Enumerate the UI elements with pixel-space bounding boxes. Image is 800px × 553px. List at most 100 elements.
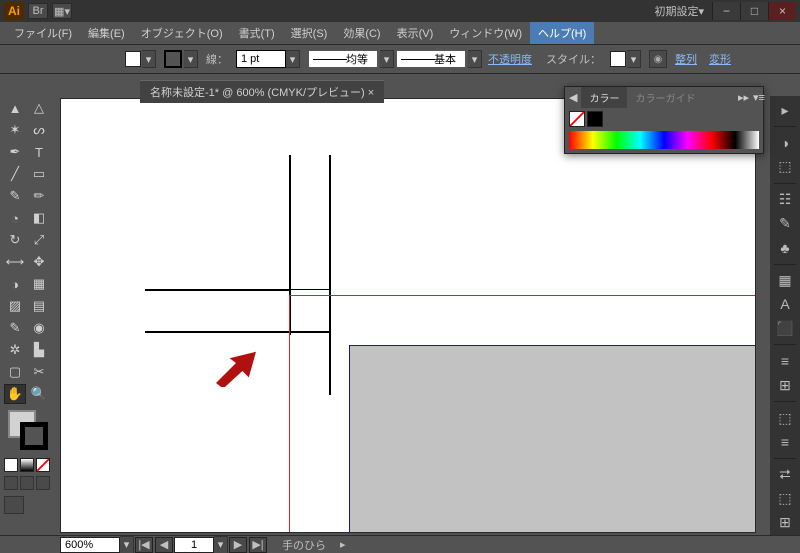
prev-artboard-button[interactable]: ◀ <box>155 537 173 553</box>
stroke-swatch[interactable] <box>164 50 182 68</box>
none-mode-icon[interactable] <box>36 458 50 472</box>
draw-normal-icon[interactable] <box>4 476 18 490</box>
expand-dock-icon[interactable]: ▸ <box>774 101 796 119</box>
pencil-tool-icon[interactable]: ✏ <box>28 186 50 206</box>
recolor-artwork-icon[interactable]: ◉ <box>649 50 667 68</box>
canvas[interactable] <box>60 98 756 533</box>
style-dropdown-icon[interactable]: ▾ <box>627 50 641 68</box>
brushes-panel-icon[interactable]: ✎ <box>774 215 796 233</box>
menu-select[interactable]: 選択(S) <box>283 22 336 44</box>
panel-double-arrow-icon[interactable]: ▸▸ <box>734 91 753 104</box>
minimize-button[interactable]: − <box>712 2 740 20</box>
fill-dropdown-icon[interactable]: ▾ <box>142 50 156 68</box>
menu-type[interactable]: 書式(T) <box>231 22 283 44</box>
rotate-tool-icon[interactable]: ↻ <box>4 230 26 250</box>
color-guide-panel-icon[interactable]: ⬚ <box>774 158 796 176</box>
screen-mode-icon[interactable] <box>4 496 24 514</box>
graph-tool-icon[interactable]: ▙ <box>28 340 50 360</box>
color-none-swatch[interactable] <box>569 111 585 127</box>
pathfinder-panel-icon[interactable]: ⊞ <box>774 514 796 532</box>
magic-wand-tool-icon[interactable]: ✶ <box>4 120 26 140</box>
selection-tool-icon[interactable]: ▲ <box>4 98 26 118</box>
hand-tool-icon[interactable]: ✋ <box>4 384 26 404</box>
graphic-style-swatch[interactable] <box>610 51 626 67</box>
arrange-documents-icon[interactable]: ▦▾ <box>52 3 72 19</box>
menu-window[interactable]: ウィンドウ(W) <box>441 22 530 44</box>
layers-panel-icon[interactable]: ⬚ <box>774 409 796 427</box>
eraser-tool-icon[interactable]: ◧ <box>28 208 50 228</box>
scale-tool-icon[interactable]: ⤢ <box>28 230 50 250</box>
symbols-panel-icon[interactable]: ♣ <box>774 239 796 257</box>
status-dropdown-icon[interactable]: ▸ <box>340 538 346 551</box>
transform-link[interactable]: 変形 <box>703 51 737 67</box>
first-artboard-button[interactable]: |◀ <box>135 537 153 553</box>
draw-behind-icon[interactable] <box>20 476 34 490</box>
slice-tool-icon[interactable]: ✂ <box>28 362 50 382</box>
line-tool-icon[interactable]: ╱ <box>4 164 26 184</box>
fill-swatch[interactable] <box>125 51 141 67</box>
artboard-tool-icon[interactable]: ▢ <box>4 362 26 382</box>
free-transform-tool-icon[interactable]: ✥ <box>28 252 50 272</box>
graphic-styles-panel-icon[interactable]: ⊞ <box>774 376 796 394</box>
eyedropper-tool-icon[interactable]: ✎ <box>4 318 26 338</box>
close-button[interactable]: × <box>768 2 796 20</box>
symbol-sprayer-tool-icon[interactable]: ✲ <box>4 340 26 360</box>
paintbrush-tool-icon[interactable]: ✎ <box>4 186 26 206</box>
stroke-weight-stepper-icon[interactable]: ▾ <box>286 50 300 68</box>
transparency-panel-icon[interactable]: ⬛ <box>774 319 796 337</box>
artboard-dropdown-icon[interactable]: ▾ <box>214 536 228 553</box>
zoom-tool-icon[interactable]: 🔍 <box>28 384 50 404</box>
color-black-swatch[interactable] <box>587 111 603 127</box>
stroke-color-indicator[interactable] <box>20 422 48 450</box>
menu-help[interactable]: ヘルプ(H) <box>530 22 594 44</box>
color-mode-icon[interactable] <box>4 458 18 472</box>
mesh-tool-icon[interactable]: ▨ <box>4 296 26 316</box>
gradient-mode-icon[interactable] <box>20 458 34 472</box>
maximize-button[interactable]: □ <box>740 2 768 20</box>
last-artboard-button[interactable]: ▶| <box>249 537 267 553</box>
opacity-link[interactable]: 不透明度 <box>482 51 538 67</box>
menu-file[interactable]: ファイル(F) <box>6 22 80 44</box>
lasso-tool-icon[interactable]: ᔕ <box>28 120 50 140</box>
menu-edit[interactable]: 編集(E) <box>80 22 133 44</box>
stroke-weight-input[interactable]: 1 pt <box>236 50 286 68</box>
color-spectrum[interactable] <box>569 131 759 149</box>
blend-tool-icon[interactable]: ◉ <box>28 318 50 338</box>
workspace-switcher[interactable]: 初期設定 ▾ <box>646 3 712 19</box>
color-guide-tab[interactable]: カラーガイド <box>627 87 703 108</box>
panel-collapse-icon[interactable]: ◀ <box>565 91 581 104</box>
menu-object[interactable]: オブジェクト(O) <box>133 22 231 44</box>
draw-inside-icon[interactable] <box>36 476 50 490</box>
color-panel-tab[interactable]: カラー <box>581 87 627 108</box>
bridge-icon[interactable]: Br <box>28 3 48 19</box>
gradient-tool-icon[interactable]: ▤ <box>28 296 50 316</box>
swatches-panel-icon[interactable]: ☷ <box>774 191 796 209</box>
width-profile-dropdown-icon[interactable]: ▾ <box>380 50 394 68</box>
blob-brush-tool-icon[interactable]: ◔ <box>4 208 26 228</box>
gradient-panel-icon[interactable]: A <box>774 295 796 313</box>
rectangle-tool-icon[interactable]: ▭ <box>28 164 50 184</box>
perspective-grid-tool-icon[interactable]: ▦ <box>28 274 50 294</box>
pen-tool-icon[interactable]: ✒ <box>4 142 26 162</box>
fill-stroke-indicator[interactable] <box>4 410 48 454</box>
vertical-scrollbar[interactable] <box>756 96 770 535</box>
brush-dropdown-icon[interactable]: ▾ <box>468 50 482 68</box>
next-artboard-button[interactable]: ▶ <box>229 537 247 553</box>
artboard-number-input[interactable]: 1 <box>174 537 214 553</box>
zoom-dropdown-icon[interactable]: ▾ <box>120 536 134 553</box>
stroke-dropdown-icon[interactable]: ▾ <box>184 50 198 68</box>
type-tool-icon[interactable]: T <box>28 142 50 162</box>
shape-builder-tool-icon[interactable]: ◑ <box>4 274 26 294</box>
brush-definition[interactable]: 基本 <box>396 50 466 68</box>
panel-menu-icon[interactable]: ▾≡ <box>753 91 763 104</box>
align-panel-icon[interactable]: ⮂ <box>774 466 796 484</box>
direct-selection-tool-icon[interactable]: △ <box>28 98 50 118</box>
variable-width-profile[interactable]: 均等 <box>308 50 378 68</box>
color-panel-icon[interactable]: ◑ <box>774 134 796 152</box>
menu-view[interactable]: 表示(V) <box>389 22 442 44</box>
appearance-panel-icon[interactable]: ≡ <box>774 352 796 370</box>
menu-effect[interactable]: 効果(C) <box>335 22 388 44</box>
document-tab[interactable]: 名称未設定-1* @ 600% (CMYK/プレビュー) × <box>140 80 384 103</box>
align-link[interactable]: 整列 <box>669 51 703 67</box>
stroke-panel-icon[interactable]: ▦ <box>774 271 796 289</box>
